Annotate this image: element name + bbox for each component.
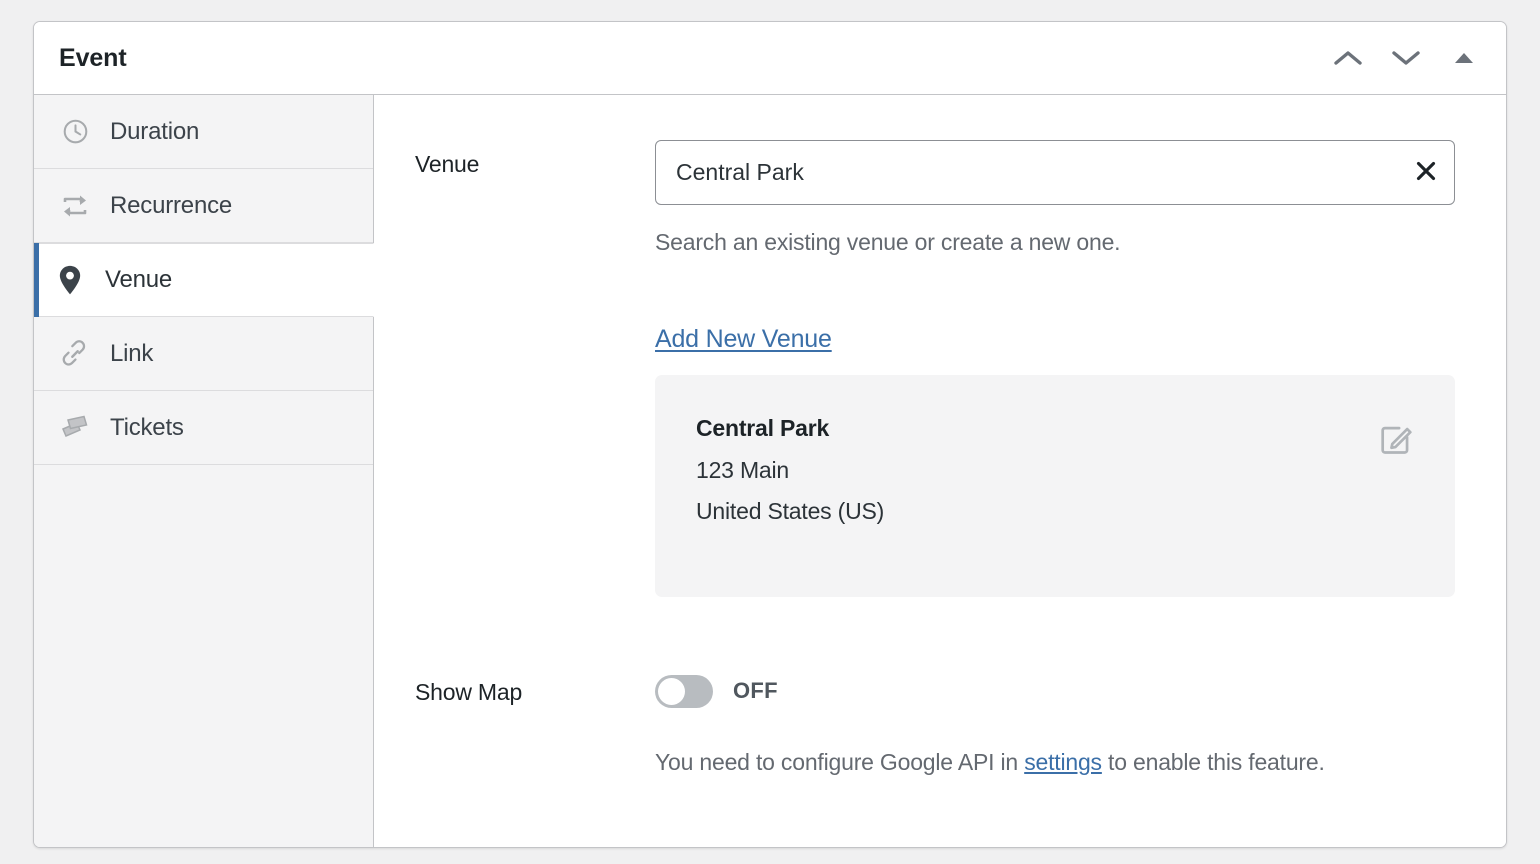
settings-link[interactable]: settings [1024, 749, 1102, 775]
sidebar-item-label: Recurrence [110, 191, 233, 219]
page-title: Event [59, 43, 127, 72]
venue-field-control: Search an existing venue or create a new… [655, 140, 1506, 259]
chevron-down-icon [1392, 49, 1420, 67]
chevron-up-icon [1334, 49, 1362, 67]
venue-card-country: United States (US) [696, 497, 885, 524]
venue-card-name: Central Park [696, 414, 830, 441]
venue-search-input[interactable] [655, 140, 1455, 205]
sidebar-item-recurrence[interactable]: Recurrence [34, 169, 373, 243]
clear-venue-button[interactable] [1409, 156, 1443, 190]
triangle-up-icon [1453, 51, 1475, 65]
help-suffix: to enable this feature. [1101, 748, 1325, 775]
sidebar-item-label: Venue [105, 266, 173, 293]
show-map-help-text: You need to configure Google API in sett… [655, 742, 1445, 782]
collapse-panel-button[interactable] [1447, 41, 1481, 75]
event-metabox-panel: Event Duration Recurrence Venue Link Tic… [33, 21, 1507, 848]
repeat-icon [60, 191, 90, 221]
venue-tab-content: Venue Search an existing venue or cre [374, 95, 1506, 847]
tickets-icon [60, 413, 90, 443]
show-map-toggle[interactable] [655, 674, 713, 708]
sidebar-item-venue[interactable]: Venue [34, 243, 374, 317]
venue-card-row: Central Park 123 Main United States (US) [374, 374, 1506, 597]
edit-pencil-square-icon [1379, 426, 1413, 460]
sidebar-item-link[interactable]: Link [34, 317, 373, 391]
venue-field-help: Search an existing venue or create a new… [655, 229, 1121, 255]
show-map-label: Show Map [415, 678, 523, 705]
sidebar-item-tickets[interactable]: Tickets [34, 391, 373, 465]
map-pin-icon [55, 265, 85, 295]
panel-header-actions [1331, 41, 1486, 75]
show-map-state-label: OFF [733, 678, 778, 704]
map-help-row: You need to configure Google API in sett… [374, 742, 1506, 782]
move-down-button[interactable] [1389, 41, 1423, 75]
sidebar-item-label: Link [110, 339, 154, 367]
venue-input-wrap [655, 140, 1455, 205]
show-map-row: Show Map OFF [374, 674, 1506, 708]
clock-icon [60, 117, 90, 147]
venue-card-address: 123 Main [696, 456, 790, 483]
selected-venue-card: Central Park 123 Main United States (US) [655, 374, 1455, 597]
sidebar-item-label: Duration [110, 117, 200, 145]
toggle-knob [658, 677, 685, 705]
help-prefix: You need to configure Google API in [655, 748, 1025, 775]
sidebar-item-label: Tickets [110, 413, 184, 441]
sidebar-item-duration[interactable]: Duration [34, 95, 373, 169]
panel-body: Duration Recurrence Venue Link Tickets V… [34, 95, 1506, 847]
venue-field-label: Venue [415, 151, 480, 177]
panel-header: Event [34, 22, 1506, 95]
close-x-icon [1414, 159, 1438, 186]
move-up-button[interactable] [1331, 41, 1365, 75]
link-chain-icon [60, 339, 90, 369]
tab-sidebar: Duration Recurrence Venue Link Tickets [34, 95, 374, 847]
add-new-venue-link[interactable]: Add New Venue [655, 325, 832, 354]
venue-field-row: Venue Search an existing venue or cre [374, 140, 1506, 259]
add-new-venue-row: Add New Venue [374, 325, 1506, 354]
show-map-control: OFF [655, 674, 778, 708]
edit-venue-button[interactable] [1379, 423, 1413, 457]
